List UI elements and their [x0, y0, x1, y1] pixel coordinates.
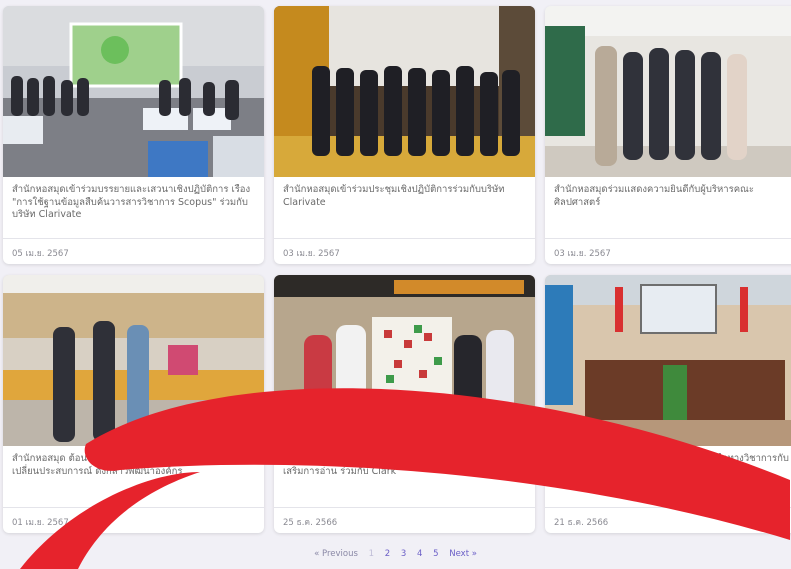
news-title[interactable]: สำนักหอสมุด ต้อนรับคณะศึกษาดูงาน ณ ห้องส… [12, 453, 256, 478]
news-photo[interactable] [545, 275, 791, 446]
page-link-2[interactable]: 2 [385, 549, 390, 559]
page-link-1[interactable]: 1 [369, 549, 374, 559]
news-card[interactable]: สำนักหอสมุดร่วมประชุมหารือความร่วมมือทาง… [545, 275, 791, 533]
previous-page-link[interactable]: « Previous [314, 549, 358, 559]
card-divider [545, 238, 791, 239]
card-divider [545, 507, 791, 508]
news-card[interactable]: สำนักหอสมุดเข้าร่วมบรรยายและเสวนาเชิงปฏิ… [3, 6, 264, 264]
card-divider [3, 507, 264, 508]
news-date: 03 เม.ย. 2567 [283, 249, 340, 259]
news-card[interactable]: สำนักหอสมุดร่วมแสดงความยินดีกับผู้บริหาร… [545, 6, 791, 264]
news-title[interactable]: วันที่ 20–25 ธันวาคม 2566 สำนักหอสมุด จั… [283, 453, 527, 478]
news-date: 05 เม.ย. 2567 [12, 249, 69, 259]
news-title[interactable]: สำนักหอสมุดร่วมประชุมหารือความร่วมมือทาง… [554, 453, 791, 478]
news-date: 03 เม.ย. 2567 [554, 249, 611, 259]
news-date: 25 ธ.ค. 2566 [283, 518, 338, 528]
card-divider [274, 238, 535, 239]
news-photo[interactable] [3, 6, 264, 177]
pagination: « Previous 1 2 3 4 5 Next » [0, 549, 791, 559]
news-photo[interactable] [545, 6, 791, 177]
news-photo[interactable] [274, 6, 535, 177]
news-card[interactable]: วันที่ 20–25 ธันวาคม 2566 สำนักหอสมุด จั… [274, 275, 535, 533]
news-card[interactable]: สำนักหอสมุดเข้าร่วมประชุมเชิงปฏิบัติการร… [274, 6, 535, 264]
news-title[interactable]: สำนักหอสมุดเข้าร่วมประชุมเชิงปฏิบัติการร… [283, 184, 527, 209]
next-page-link[interactable]: Next » [449, 549, 477, 559]
news-card[interactable]: สำนักหอสมุด ต้อนรับคณะศึกษาดูงาน ณ ห้องส… [3, 275, 264, 533]
news-date: 21 ธ.ค. 2566 [554, 518, 609, 528]
news-photo[interactable] [3, 275, 264, 446]
news-title[interactable]: สำนักหอสมุดร่วมแสดงความยินดีกับผู้บริหาร… [554, 184, 791, 209]
news-date: 01 เม.ย. 2567 [12, 518, 69, 528]
page-link-5[interactable]: 5 [433, 549, 438, 559]
news-title[interactable]: สำนักหอสมุดเข้าร่วมบรรยายและเสวนาเชิงปฏิ… [12, 184, 256, 222]
page-link-4[interactable]: 4 [417, 549, 422, 559]
news-photo[interactable] [274, 275, 535, 446]
card-divider [274, 507, 535, 508]
card-divider [3, 238, 264, 239]
page-link-3[interactable]: 3 [401, 549, 406, 559]
news-grid: สำนักหอสมุดเข้าร่วมบรรยายและเสวนาเชิงปฏิ… [0, 0, 791, 569]
